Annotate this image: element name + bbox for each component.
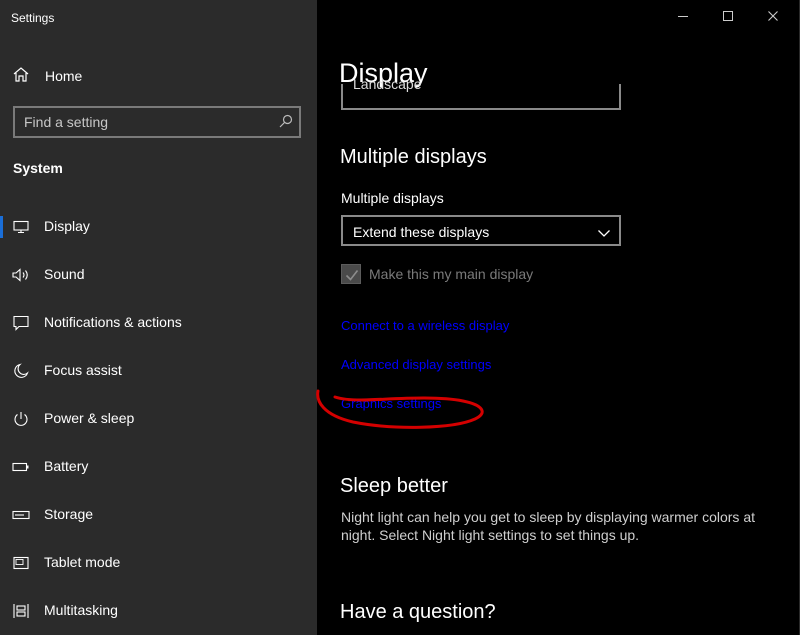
advanced-display-settings-link[interactable]: Advanced display settings (341, 357, 491, 372)
sidebar-item-label: Notifications & actions (44, 314, 182, 330)
power-icon (12, 411, 30, 427)
notification-icon (12, 315, 30, 331)
sidebar-item-multitasking[interactable]: Multitasking (0, 591, 317, 631)
app-title: Settings (11, 11, 55, 25)
sidebar-item-power-sleep[interactable]: Power & sleep (0, 399, 317, 439)
home-icon (12, 66, 30, 87)
search-input[interactable] (24, 113, 264, 131)
sidebar-item-label: Battery (44, 458, 89, 474)
sidebar-item-label: Storage (44, 506, 94, 522)
orientation-dropdown[interactable]: Landscape (341, 76, 621, 110)
section-label-system: System (13, 160, 63, 176)
speaker-icon (12, 267, 30, 283)
selection-indicator (0, 216, 3, 238)
battery-icon (12, 459, 30, 475)
close-icon (767, 9, 779, 27)
sidebar-item-label: Focus assist (44, 362, 122, 378)
sidebar-item-tablet-mode[interactable]: Tablet mode (0, 543, 317, 583)
sidebar-item-label: Power & sleep (44, 410, 135, 426)
connect-wireless-display-link[interactable]: Connect to a wireless display (341, 318, 509, 333)
checkmark-icon (345, 270, 359, 281)
orientation-value: Landscape (353, 76, 422, 92)
search-box[interactable] (13, 106, 301, 138)
sleep-better-text: Night light can help you get to sleep by… (341, 509, 755, 543)
multitasking-icon (12, 603, 30, 619)
sleep-better-heading: Sleep better (340, 475, 448, 497)
minimize-icon (677, 9, 689, 27)
moon-icon (12, 363, 30, 379)
storage-icon (12, 507, 30, 523)
dropdown-value: Extend these displays (353, 224, 490, 240)
sidebar-item-storage[interactable]: Storage (0, 495, 317, 535)
sidebar-item-battery[interactable]: Battery (0, 447, 317, 487)
sidebar: Settings Home System Display Sound Notif… (0, 0, 317, 635)
main-display-checkbox[interactable] (341, 264, 361, 284)
close-button[interactable] (750, 5, 796, 31)
sidebar-item-focus-assist[interactable]: Focus assist (0, 351, 317, 391)
sidebar-item-display[interactable]: Display (0, 207, 317, 247)
main-display-label: Make this my main display (369, 266, 534, 282)
minimize-button[interactable] (660, 5, 706, 31)
sidebar-item-label: Display (44, 218, 90, 234)
tablet-icon (12, 555, 30, 571)
sidebar-item-label: Tablet mode (44, 554, 121, 570)
maximize-button[interactable] (705, 5, 751, 31)
multiple-displays-label: Multiple displays (341, 190, 444, 206)
graphics-settings-link[interactable]: Graphics settings (341, 396, 441, 411)
sidebar-item-label: Multitasking (44, 602, 118, 618)
multiple-displays-heading: Multiple displays (340, 146, 487, 168)
search-icon[interactable] (279, 114, 293, 133)
maximize-icon (722, 9, 734, 27)
monitor-icon (12, 219, 30, 235)
have-a-question-heading: Have a question? (340, 601, 496, 623)
sidebar-item-notifications[interactable]: Notifications & actions (0, 303, 317, 343)
chevron-down-icon (597, 225, 611, 243)
sidebar-item-label: Sound (44, 266, 85, 282)
sidebar-item-sound[interactable]: Sound (0, 255, 317, 295)
multiple-displays-dropdown[interactable]: Extend these displays (341, 215, 621, 246)
home-label: Home (45, 68, 83, 84)
home-nav-item[interactable]: Home (12, 64, 82, 88)
